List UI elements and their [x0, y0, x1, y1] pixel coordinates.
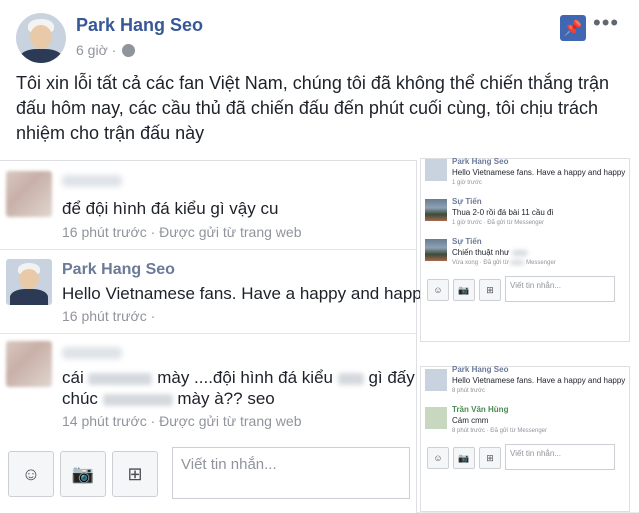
message-sender: Park Hang Seo — [452, 365, 509, 374]
sticker-button[interactable]: ⊞ — [112, 451, 158, 497]
avatar — [6, 341, 52, 387]
avatar — [425, 407, 447, 429]
camera-button[interactable]: 📷 — [453, 279, 475, 301]
globe-icon — [122, 43, 136, 57]
message-time: 16 phút trước · — [62, 308, 156, 324]
post-time[interactable]: 6 giờ · — [76, 42, 116, 58]
emoji-button[interactable]: ☺ — [427, 447, 449, 469]
message-text: Hello Vietnamese fans. Have a happy and … — [452, 168, 626, 177]
message-sender: Trần Văn Hùng — [452, 405, 509, 414]
message-sender: Sự Tiến — [452, 197, 482, 206]
message-time: Vừa xong · Đã gửi từ Messenger — [452, 260, 556, 267]
message-text: Thua 2-0 rồi đá bài 11 cầu đi — [452, 208, 554, 217]
message-composer[interactable]: Viết tin nhắn... — [505, 444, 615, 470]
message-composer[interactable]: Viết tin nhắn... — [172, 447, 410, 499]
message-text-line-1: cái mày ....đội hình đá kiểu gì đấy — [62, 368, 415, 387]
message-time: 1 giờ trước · Đã gửi từ Messenger — [452, 220, 544, 226]
emoji-button[interactable]: ☺ — [8, 451, 54, 497]
avatar — [6, 259, 52, 305]
sticker-button[interactable]: ⊞ — [479, 279, 501, 301]
message-time: 8 phút trước — [452, 388, 485, 394]
message-sender: Park Hang Seo — [452, 157, 509, 166]
divider — [0, 249, 416, 250]
message-text: Hello Vietnamese fans. Have a happy and … — [452, 376, 626, 385]
message-text: Cám cmm — [452, 416, 489, 425]
chat-screenshot-right-bottom: Park Hang Seo Hello Vietnamese fans. Hav… — [420, 365, 630, 512]
author-avatar[interactable] — [16, 13, 66, 63]
avatar — [425, 239, 447, 261]
avatar — [425, 159, 447, 181]
post-text: Tôi xin lỗi tất cả các fan Việt Nam, chú… — [16, 73, 610, 143]
avatar — [425, 199, 447, 221]
more-options-icon[interactable]: ••• — [593, 10, 619, 36]
post-meta: 6 giờ · — [76, 42, 136, 58]
message-time: 14 phút trước · Được gửi từ trang web — [62, 413, 302, 429]
emoji-button[interactable]: ☺ — [427, 279, 449, 301]
camera-button[interactable]: 📷 — [453, 447, 475, 469]
blurred-name — [62, 175, 122, 187]
sticker-button[interactable]: ⊞ — [479, 447, 501, 469]
divider — [0, 333, 416, 334]
message-text: Hello Vietnamese fans. Have a happy and … — [62, 284, 422, 303]
chat-screenshot-right-top: Park Hang Seo Hello Vietnamese fans. Hav… — [420, 157, 630, 342]
author-name[interactable]: Park Hang Seo — [76, 15, 203, 36]
message-time: 16 phút trước · Được gửi từ trang web — [62, 224, 302, 240]
blurred-name — [62, 347, 122, 359]
message-time: 8 phút trước · Đã gửi từ Messenger — [452, 428, 548, 434]
message-text-line-2: chúc mày à?? seo — [62, 389, 275, 408]
pin-icon[interactable]: 📌 — [560, 15, 586, 41]
avatar — [425, 369, 447, 391]
avatar — [6, 171, 52, 217]
camera-button[interactable]: 📷 — [60, 451, 106, 497]
message-composer[interactable]: Viết tin nhắn... — [505, 276, 615, 302]
message-time: 1 giờ trước — [452, 180, 482, 186]
message-sender: Sự Tiến — [452, 237, 482, 246]
facebook-post: Park Hang Seo 6 giờ · 📌 ••• Tôi xin lỗi … — [0, 0, 639, 513]
message-text: để đội hình đá kiểu gì vậy cu — [62, 199, 279, 218]
message-text: Chiến thuật như — [452, 248, 528, 257]
message-sender: Park Hang Seo — [62, 261, 175, 278]
